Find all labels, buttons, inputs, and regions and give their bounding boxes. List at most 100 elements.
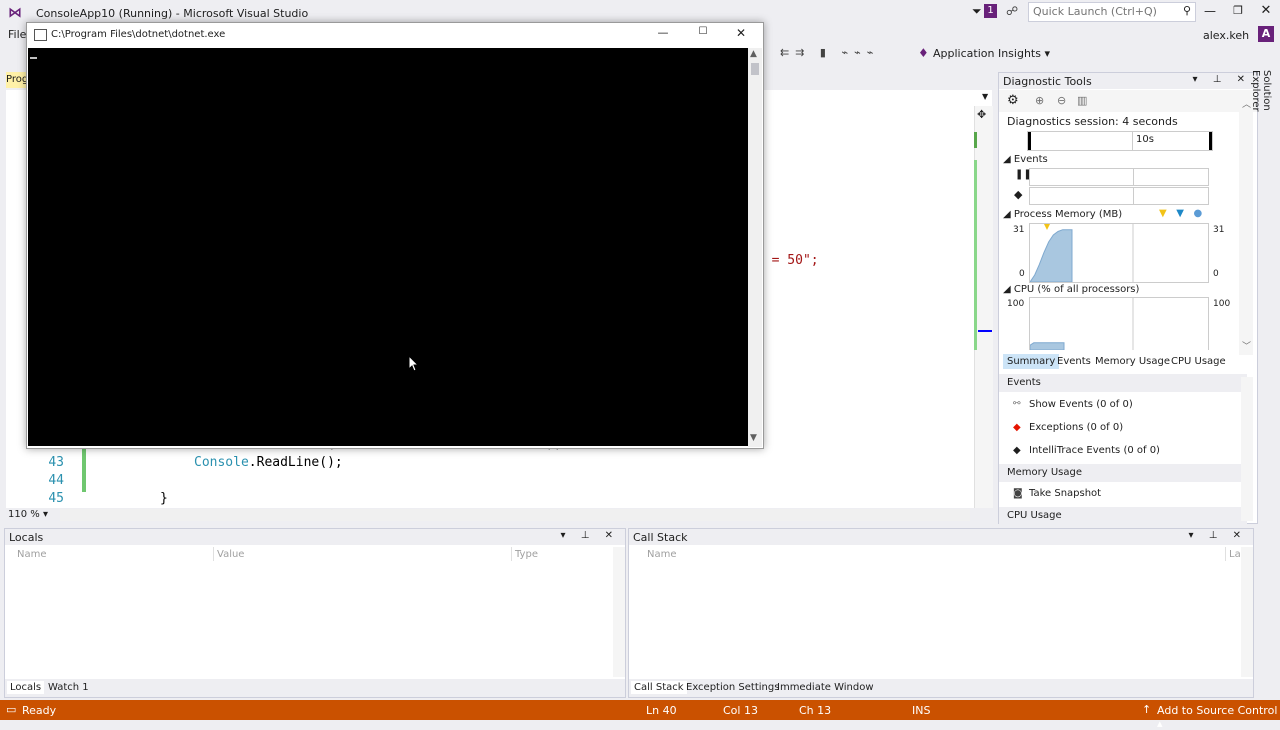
call-stack-header: Call Stack ▾ ⊥ ✕ [629,529,1253,545]
quick-launch-input[interactable] [1029,3,1177,19]
timeline-right-handle[interactable] [1209,132,1212,150]
tab-events[interactable]: Events [1057,356,1091,367]
visual-studio-logo-icon: ⋈ [8,5,22,21]
call-stack-panel: Call Stack ▾ ⊥ ✕ Name Lang Call Stack Ex… [628,528,1254,698]
search-icon[interactable]: ⚲ [1183,4,1191,17]
code-token: .ReadLine(); [248,455,343,470]
tab-immediate-window[interactable]: Immediate Window [774,681,877,694]
line-number: 43 [48,455,64,470]
diagnostic-tools-panel: Diagnostic Tools ▾ ⊥ ✕ ⚙ ⊕ ⊖ ▥ Diagnosti… [998,72,1258,525]
tab-memory-usage[interactable]: Memory Usage [1095,356,1170,367]
status-insert-mode[interactable]: INS [912,704,930,717]
tab-call-stack[interactable]: Call Stack [631,681,687,694]
intellitrace-events-link[interactable]: IntelliTrace Events (0 of 0) [1029,445,1160,456]
panel-window-buttons[interactable]: ▾ ⊥ ✕ [1193,74,1251,85]
arrow-up-icon[interactable]: ↑ [1142,703,1151,716]
console-output-area[interactable] [28,48,748,446]
status-window-icon: ▭ [6,703,17,716]
zoom-level-value: 110 % [8,509,40,520]
tab-exception-settings[interactable]: Exception Settings [683,681,782,694]
maximize-button[interactable]: ❐ [1228,4,1248,20]
column-header-type[interactable]: Type [515,549,538,560]
status-text: Ready [22,704,57,717]
solution-explorer-side-tab[interactable]: Solution Explorer [1250,70,1272,150]
quick-launch-box[interactable]: ⚲ [1028,2,1196,22]
column-header-name[interactable]: Name [647,549,677,560]
chart-icon[interactable]: ▥ [1077,94,1087,107]
menu-file[interactable]: File [8,28,26,41]
tab-cpu-usage[interactable]: CPU Usage [1171,356,1226,367]
gear-icon[interactable]: ⚙ [1007,93,1019,108]
minimize-button[interactable]: — [1200,4,1220,20]
cpu-section-heading[interactable]: ◢ CPU (% of all processors) [1003,284,1139,295]
show-events-link[interactable]: Show Events (0 of 0) [1029,399,1133,410]
zoom-in-icon[interactable]: ⊕ [1035,94,1044,107]
timeline-left-handle[interactable] [1028,132,1031,150]
application-insights-icon[interactable]: ♦ [918,46,929,60]
locals-tab-strip: Locals Watch 1 [5,679,625,697]
cpu-chart-svg [1029,298,1134,351]
status-bar: ▭ Ready Ln 40 Col 13 Ch 13 INS ↑ Add to … [0,700,1280,730]
memory-section-heading[interactable]: ◢ Process Memory (MB) [1003,209,1122,220]
add-to-source-control-button[interactable]: Add to Source Control ▴ [1157,704,1280,730]
console-text-cursor [30,57,37,59]
column-separator[interactable] [1225,547,1226,561]
cpu-axis-max: 100 [1007,299,1025,309]
memory-heading-label: Process Memory (MB) [1013,209,1123,220]
panel-window-buttons[interactable]: ▾ ⊥ ✕ [1189,530,1247,541]
console-window[interactable]: C:\Program Files\dotnet\dotnet.exe — ☐ ✕… [26,22,764,449]
events-heading-label: Events [1013,154,1048,165]
summary-scrollbar[interactable] [1241,377,1253,521]
tab-locals[interactable]: Locals [7,681,45,694]
column-separator[interactable] [213,547,214,561]
feedback-icon[interactable]: ☍ [1006,4,1018,18]
events-section-heading[interactable]: ◢ Events [1003,154,1048,165]
panel-window-buttons[interactable]: ▾ ⊥ ✕ [561,530,619,541]
console-maximize-button[interactable]: ☐ [695,26,711,37]
console-scrollbar[interactable] [748,48,762,447]
column-header-name[interactable]: Name [17,549,47,560]
diamond-icon: ◆ [1014,188,1023,201]
console-close-button[interactable]: ✕ [733,26,749,40]
caret-position-marker [978,330,992,332]
user-avatar[interactable]: A [1258,26,1274,42]
scroll-down-icon[interactable]: ▼ [750,433,757,443]
console-title: C:\Program Files\dotnet\dotnet.exe [51,29,226,40]
exceptions-link[interactable]: Exceptions (0 of 0) [1029,422,1123,433]
user-name[interactable]: alex.keh [1203,29,1249,42]
zoom-out-icon[interactable]: ⊖ [1057,94,1066,107]
application-insights-button[interactable]: Application Insights ▾ [933,47,1050,60]
zoom-level-dropdown[interactable]: 110 % ▾ [8,509,48,520]
line-number: 44 [48,473,64,488]
line-number: 45 [48,491,64,506]
column-separator[interactable] [511,547,512,561]
take-snapshot-button[interactable]: Take Snapshot [1029,488,1101,499]
close-button[interactable]: ✕ [1256,3,1276,19]
summary-memory-heading: Memory Usage [999,464,1247,482]
chevron-down-icon[interactable]: ﹀ [1242,339,1251,352]
private-bytes-marker-icon: ● [1193,208,1203,219]
events-track [1029,187,1209,205]
status-line: Ln 40 [646,704,677,717]
events-track [1029,168,1209,186]
timeline-ruler[interactable]: 10s [1027,131,1213,151]
split-editor-icon[interactable]: ✥ [977,108,986,121]
editor-horizontal-scrollbar[interactable] [60,509,970,521]
call-stack-scrollbar[interactable] [1241,547,1253,677]
column-header-value[interactable]: Value [217,549,244,560]
tab-summary[interactable]: Summary [1003,354,1060,369]
toolbar-buttons-group[interactable]: ⇇⇉ ▮ ⌁⌁⌁ [780,46,879,59]
console-minimize-button[interactable]: — [655,26,671,39]
cpu-chart[interactable] [1029,297,1209,351]
scroll-up-icon[interactable]: ▲ [750,49,757,59]
snapshot-marker-icon: ▼ [1176,208,1184,219]
summary-events-heading: Events [999,374,1247,392]
notification-count-badge[interactable]: 1 [984,4,997,18]
tab-watch-1[interactable]: Watch 1 [45,681,92,694]
memory-chart[interactable] [1029,223,1209,283]
diagnostics-scrollbar[interactable]: ︿ ﹀ [1239,95,1253,355]
locals-scrollbar[interactable] [613,547,625,677]
chevron-down-icon[interactable]: ▼ [982,92,988,101]
timeline-tick [1132,132,1133,150]
console-scroll-thumb[interactable] [751,63,759,75]
